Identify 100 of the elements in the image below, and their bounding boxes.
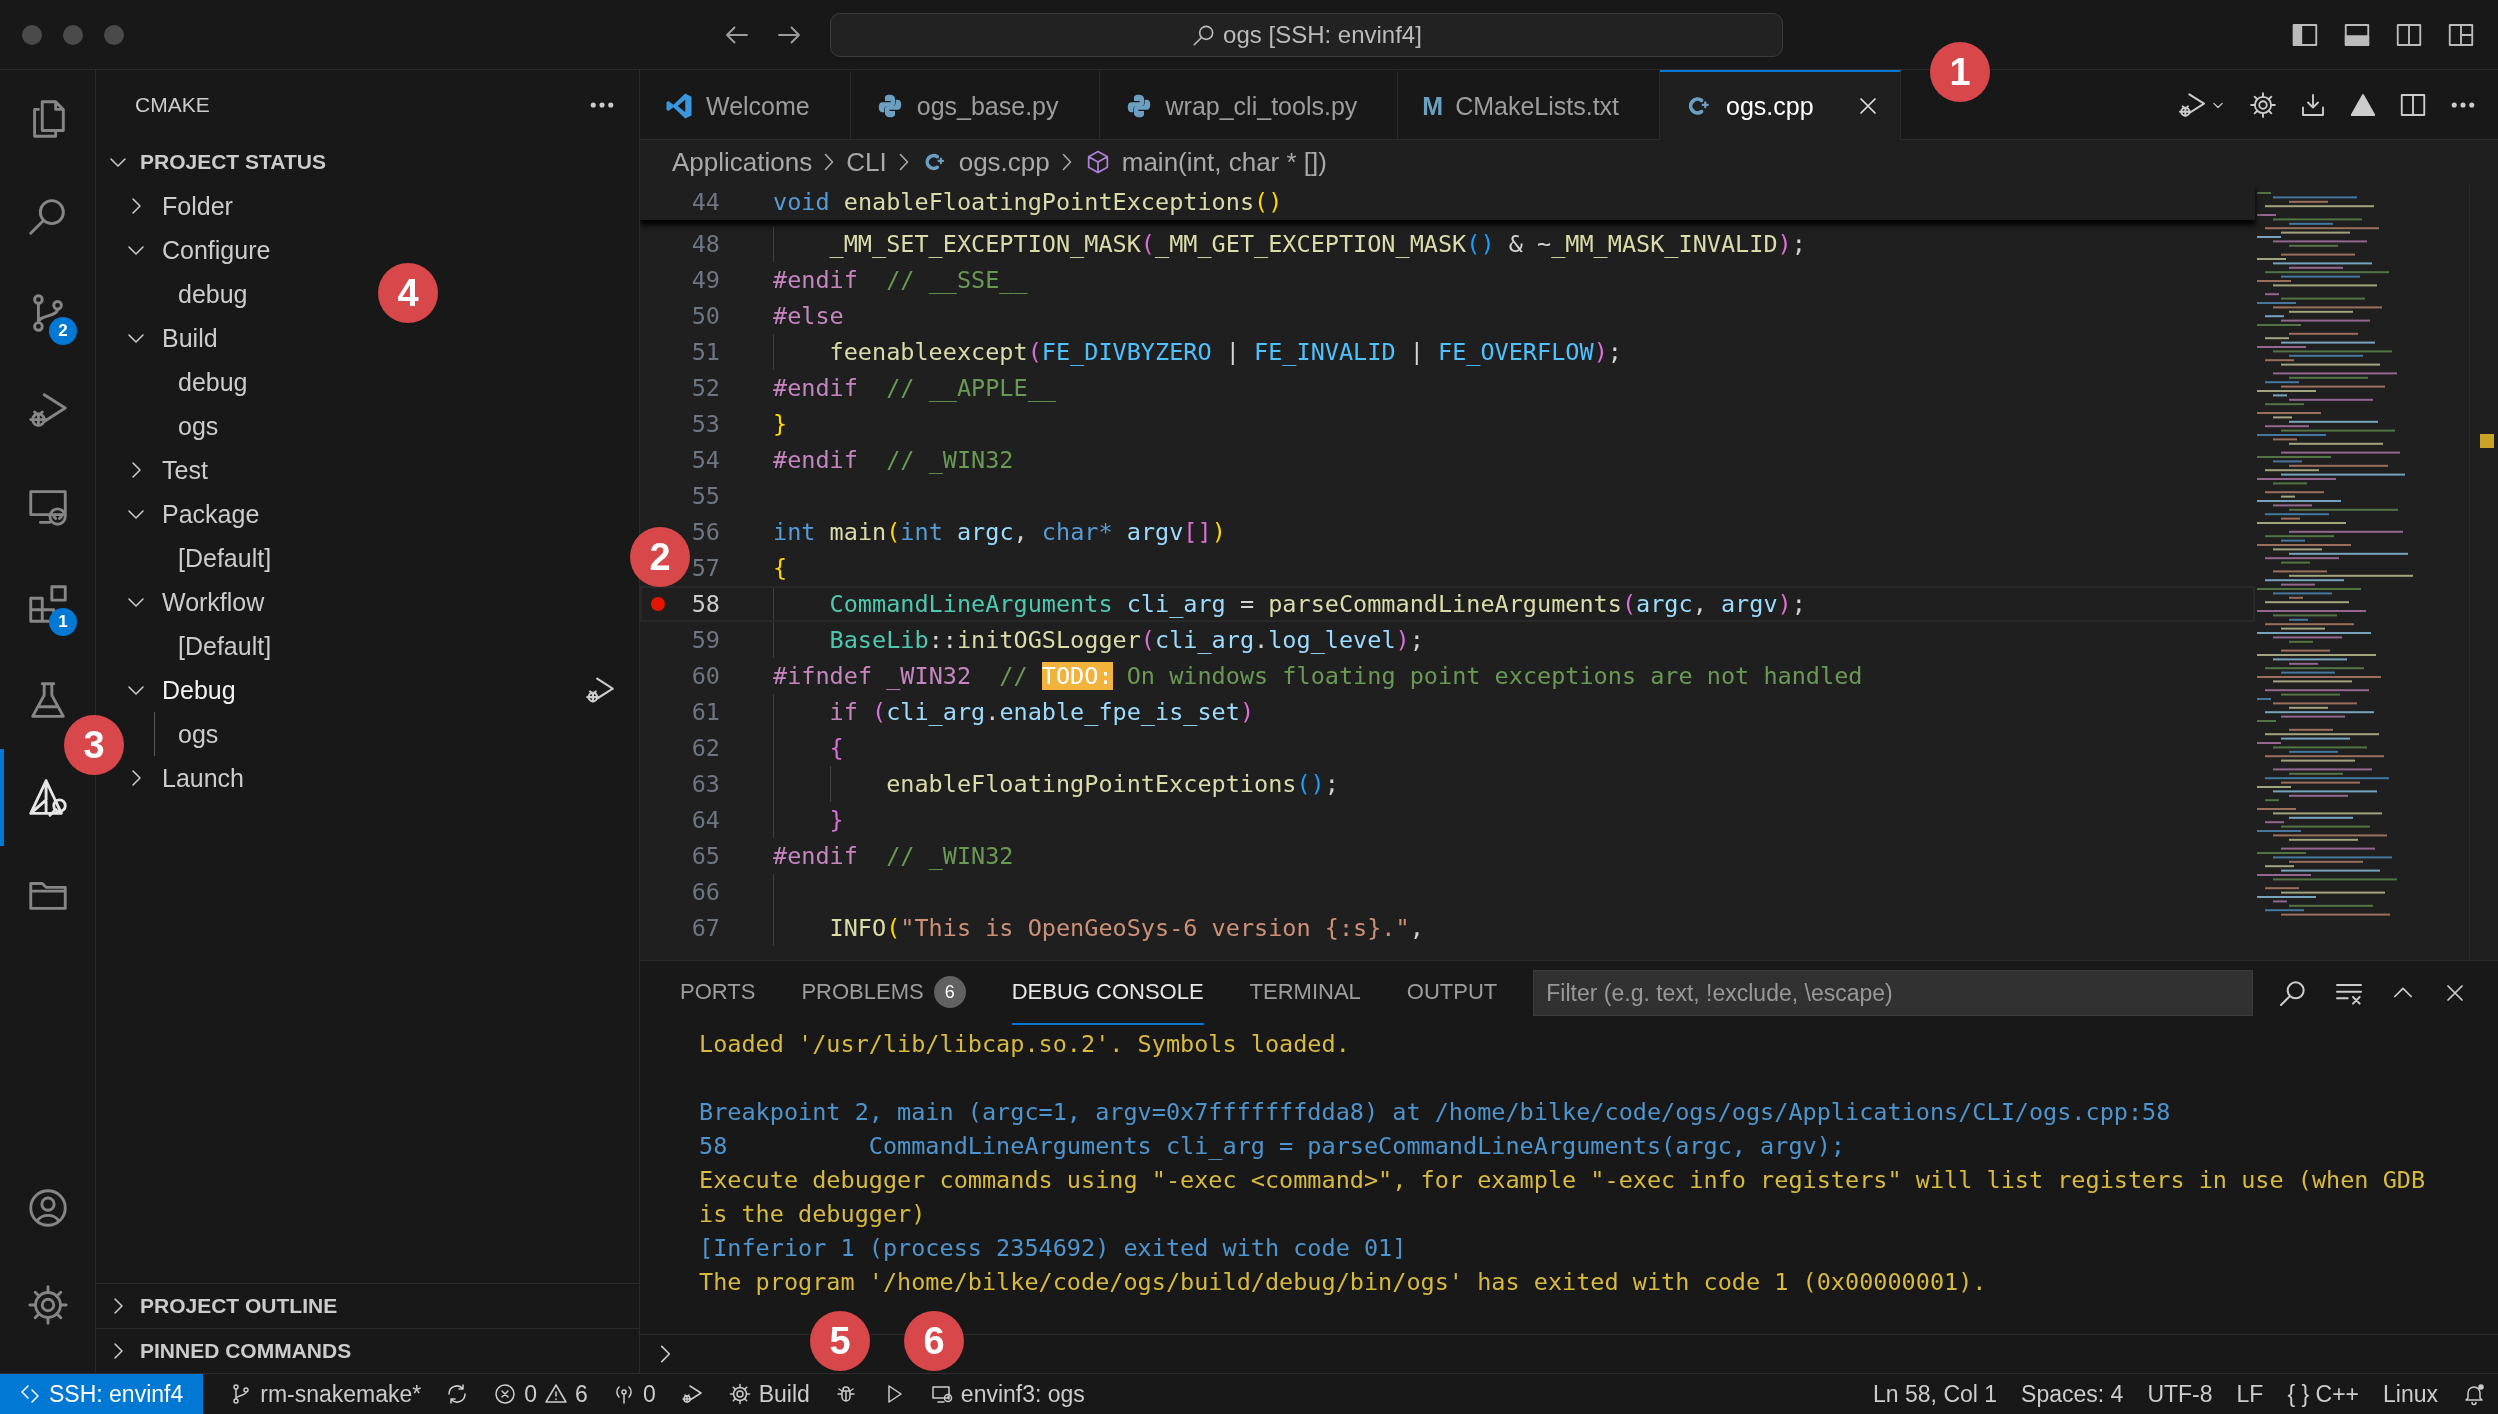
filter-field[interactable]: Filter (e.g. text, !exclude, \escape) (1533, 970, 2254, 1016)
play-bug-icon[interactable] (679, 1382, 704, 1406)
status-item[interactable]: UTF-8 (2135, 1374, 2225, 1414)
bell-icon[interactable] (2462, 1382, 2486, 1406)
sidebar-title: CMAKE (135, 93, 210, 117)
status-item[interactable]: Linux (2371, 1374, 2450, 1414)
code-line: #endif // _WIN32 (772, 445, 1014, 476)
file-type-glyph: M (1422, 91, 1444, 121)
code-line: enableFloatingPointExceptions(); (720, 766, 1339, 802)
remote-indicator[interactable]: SSH: envinf4 (0, 1374, 204, 1414)
line-number: 51 (690, 338, 720, 366)
breadcrumb[interactable]: ogs.cpp (920, 146, 1050, 178)
code-line: { (720, 730, 844, 766)
line-number: 61 (690, 698, 720, 726)
line-number: 58 (690, 590, 720, 618)
remote-icon (18, 1382, 42, 1406)
code-line: } (772, 409, 788, 440)
breadcrumb[interactable]: CLI (846, 146, 887, 178)
chevron-right-icon (898, 153, 909, 171)
code-line: feenableexcept(FE_DIVBYZERO | FE_INVALID | FE_OVERFLOW); (720, 334, 1622, 370)
build-button[interactable]: Build (715, 1374, 822, 1414)
line-number: 62 (690, 734, 720, 762)
console-line: [Inferior 1 (process 2354692) exited with code 01] (699, 1233, 1408, 1264)
code-line: CommandLineArguments cli_arg = parseCommandLineArguments(argc, argv); (720, 586, 1806, 622)
problems-status[interactable]: 0 6 (481, 1374, 600, 1414)
section-header[interactable]: PROJECT STATUS (96, 140, 334, 184)
tree-item[interactable]: Configure (122, 228, 271, 272)
line-number: 63 (690, 770, 720, 798)
line-number: 50 (690, 302, 720, 330)
language-mode[interactable]: { } C++ (2275, 1374, 2371, 1414)
editor-tab[interactable]: Welcome (640, 70, 851, 140)
panel-tab[interactable]: PORTS (680, 961, 756, 1025)
branch-status[interactable]: rm-snakemake* (217, 1374, 434, 1414)
tree-item[interactable]: [Default] (138, 624, 272, 668)
line-number: 55 (690, 482, 720, 510)
console-line: The program '/home/bilke/code/ogs/build/debug/bin/ogs' has exited with code 1 (0x00000001). (699, 1267, 1988, 1298)
tree-item[interactable]: Workflow (122, 580, 265, 624)
chevron-right-icon (1061, 153, 1072, 171)
tree-item[interactable]: Launch (122, 756, 245, 800)
activity-tab[interactable]: 2 (0, 264, 95, 361)
tree-item[interactable]: Test (122, 448, 208, 492)
panel-tab[interactable]: OUTPUT (1406, 961, 1498, 1025)
code-line: #ifndef _WIN32 // TODO: On windows floating point exceptions are not handled (772, 661, 1863, 692)
tree-item[interactable]: Folder (122, 184, 233, 228)
badge: 1 (49, 608, 77, 636)
status-item[interactable]: Spaces: 4 (2009, 1374, 2136, 1414)
line-number: 49 (690, 266, 720, 294)
panel-tab[interactable]: PROBLEMS 6 (801, 961, 966, 1025)
line-number: 52 (690, 374, 720, 402)
launch-target[interactable]: envinf3: ogs (917, 1374, 1097, 1414)
code-line: BaseLib::initOGSLogger(cli_arg.log_level); (720, 622, 1424, 658)
tree-item[interactable]: ogs (138, 404, 219, 448)
tree-item[interactable]: Build (122, 316, 218, 360)
line-number: 60 (690, 662, 720, 690)
logo-icon (664, 91, 694, 121)
console-line: Loaded '/usr/lib/libcap.so.2'. Symbols loaded. (699, 1029, 1351, 1060)
breadcrumb[interactable]: Applications (672, 146, 813, 178)
count-badge: 6 (933, 976, 966, 1008)
line-number: 67 (690, 914, 720, 942)
ports-status[interactable]: 0 (599, 1374, 668, 1414)
code-line: void enableFloatingPointExceptions() (772, 187, 1283, 218)
code-line: #else (772, 301, 844, 332)
annotation-marker: 2 (630, 527, 690, 587)
tree-item[interactable]: ogs (138, 712, 219, 756)
code-line: #endif // __SSE__ (772, 265, 1028, 296)
code-line: int main(int argc, char* argv[]) (772, 517, 1226, 548)
panel-tab[interactable]: TERMINAL (1249, 961, 1361, 1025)
editor-tab[interactable]: ogs.cpp (1660, 70, 1901, 140)
tree-item[interactable]: debug (138, 272, 248, 316)
status-item[interactable]: Ln 58, Col 1 (1861, 1374, 2010, 1414)
code-line: { (772, 553, 788, 584)
badge: 2 (49, 317, 77, 345)
code-line: #endif // __APPLE__ (772, 373, 1056, 404)
panel-tab[interactable]: DEBUG CONSOLE (1011, 961, 1204, 1025)
line-number: 66 (690, 878, 720, 906)
tree-item[interactable]: Debug (122, 668, 236, 712)
activity-tab[interactable]: 1 (0, 555, 95, 652)
settings-icon[interactable] (2248, 89, 2278, 120)
section-header[interactable]: PINNED COMMANDS (96, 1329, 360, 1373)
line-number: 56 (690, 518, 720, 546)
line-number: 59 (690, 626, 720, 654)
status-item[interactable]: LF (2224, 1374, 2276, 1414)
section-header[interactable]: PROJECT OUTLINE (96, 1284, 346, 1328)
tree-item[interactable]: debug (138, 360, 248, 404)
line-number: 53 (690, 410, 720, 438)
code-line: #endif // _WIN32 (772, 841, 1014, 872)
line-number: 44 (690, 188, 720, 216)
tree-item[interactable]: [Default] (138, 536, 272, 580)
breadcrumb[interactable]: main(int, char * []) (1083, 146, 1327, 178)
editor-tab[interactable]: wrap_cli_tools.py (1099, 70, 1399, 140)
command-center-search[interactable]: ogs [SSH: envinf4] (830, 12, 1783, 57)
editor-tab[interactable]: ogs_base.py (850, 70, 1100, 140)
breakpoint-dot[interactable] (651, 597, 665, 611)
tree-item[interactable]: Package (122, 492, 260, 536)
line-number: 48 (690, 230, 720, 258)
warning-icon (544, 1382, 569, 1406)
gear-icon (727, 1382, 752, 1406)
code-line: INFO("This is OpenGeoSys-6 version {:s}.", (720, 910, 1424, 946)
error-icon (493, 1382, 518, 1406)
line-number: 54 (690, 446, 720, 474)
